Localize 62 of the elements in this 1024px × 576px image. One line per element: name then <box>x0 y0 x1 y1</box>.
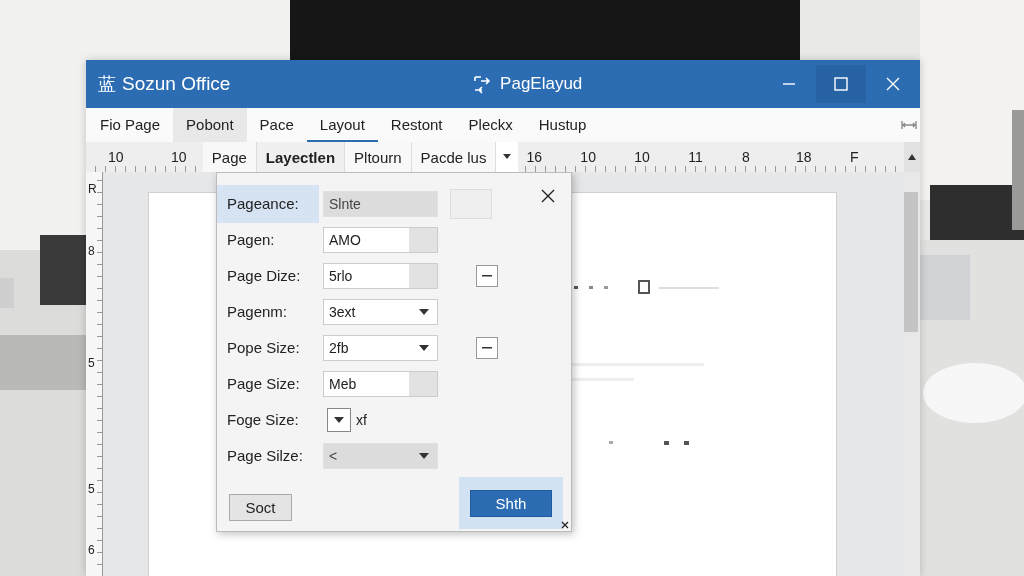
minus-icon <box>482 275 492 277</box>
ruler-number: 8 <box>742 149 751 165</box>
secondary-button[interactable]: Soct <box>229 494 292 521</box>
ruler-number: 5 <box>88 482 95 496</box>
minus-icon <box>482 347 492 349</box>
option-text: xf <box>356 412 367 428</box>
scrollbar-thumb[interactable] <box>904 192 918 332</box>
field-label: Foge Size: <box>226 410 300 430</box>
up-arrow-icon <box>907 154 916 160</box>
scroll-up-button[interactable] <box>903 142 920 172</box>
ruler-number: R <box>88 182 97 196</box>
close-button[interactable] <box>541 189 555 203</box>
field-label: Pagenm: <box>226 302 289 322</box>
caret-icon <box>334 416 344 424</box>
ruler-number: 10 <box>580 149 597 165</box>
ruler-number: 5 <box>88 356 95 370</box>
input-field[interactable]: Meb <box>323 371 438 397</box>
field-label: Page Size: <box>226 374 301 394</box>
field-label: Page Dize: <box>226 266 302 286</box>
resize-icon <box>901 120 917 130</box>
collapse-button[interactable] <box>476 265 498 287</box>
close-icon <box>541 189 555 203</box>
minimize-icon <box>783 83 795 85</box>
ruler-number: 10 <box>108 149 125 165</box>
menu-tab[interactable]: Fio Page <box>86 108 174 142</box>
menu-tab[interactable]: Pleckx <box>455 108 526 142</box>
app-logo-icon: 蓝 <box>98 72 116 96</box>
maximize-icon <box>833 76 849 92</box>
field-label: Pagen: <box>226 230 276 250</box>
maximize-button[interactable] <box>816 65 866 103</box>
ruler-number: 11 <box>688 149 704 165</box>
close-icon <box>561 521 569 529</box>
layout-icon <box>472 74 493 94</box>
field-label: Page Silze: <box>226 446 304 466</box>
caret-icon <box>419 308 429 316</box>
window-title: PagElayud <box>500 74 583 94</box>
ruler-number: 6 <box>88 543 95 557</box>
menu-tab[interactable]: Restont <box>377 108 456 142</box>
input-field[interactable]: 5rlo <box>323 263 438 289</box>
caret-icon <box>419 344 429 352</box>
ruler-number: 10 <box>634 149 651 165</box>
ruler-number: F <box>849 149 860 165</box>
menu-tab[interactable]: Pace <box>246 108 307 142</box>
field-label: Pope Size: <box>226 338 301 358</box>
caret-icon <box>503 154 512 160</box>
ruler-number: 8 <box>88 244 95 258</box>
ruler-number: 16 <box>526 149 544 165</box>
dropdown[interactable]: 3ext <box>323 299 438 325</box>
dropdown-button[interactable] <box>327 408 351 432</box>
ribbon-tab[interactable]: Layectlen <box>256 142 346 172</box>
menu-tab[interactable]: Hustup <box>525 108 600 142</box>
close-icon <box>885 76 901 92</box>
primary-button[interactable]: Shth <box>470 489 552 517</box>
input-field[interactable]: AMO <box>323 227 438 253</box>
field-label: Pageance: <box>217 185 319 223</box>
dropdown-caret-button[interactable] <box>496 142 519 172</box>
menu-tab[interactable]: Pobont <box>173 108 247 142</box>
caret-icon <box>419 452 429 460</box>
collapse-button[interactable] <box>476 337 498 359</box>
app-name: Sozun Office <box>122 73 231 95</box>
ruler-number: 18 <box>796 149 813 165</box>
dropdown[interactable]: 2fb <box>323 335 438 361</box>
